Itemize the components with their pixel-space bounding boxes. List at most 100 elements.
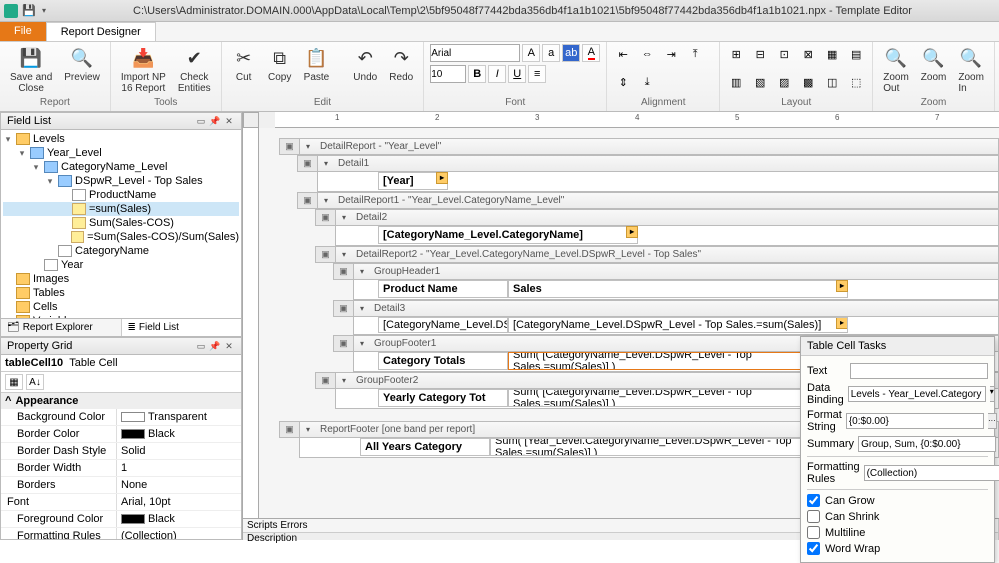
gf1-col1-cell[interactable]: Category Totals	[378, 352, 508, 370]
band-handle[interactable]: ▣	[279, 138, 299, 155]
chevron-down-icon[interactable]: ▾	[342, 213, 352, 222]
smart-tag-icon[interactable]: ▸	[626, 226, 638, 238]
tree-node-prod[interactable]: ProductName	[89, 189, 156, 201]
band-detail3[interactable]: ▾Detail3	[353, 300, 999, 317]
tab-report-designer[interactable]: Report Designer	[46, 22, 156, 41]
popup-summary-input[interactable]	[858, 436, 996, 452]
multiline-checkbox[interactable]	[807, 526, 820, 539]
qat-save-icon[interactable]: 💾	[22, 4, 36, 18]
layout-btn-7[interactable]: ▥	[726, 72, 746, 92]
band-handle[interactable]: ▣	[297, 155, 317, 172]
import-np16-button[interactable]: 📥Import NP 16 Report	[117, 44, 170, 96]
band-handle[interactable]: ▣	[315, 372, 335, 389]
property-grid[interactable]: ^Appearance Background ColorTransparent …	[1, 393, 241, 539]
chevron-down-icon[interactable]: ▾	[360, 304, 370, 313]
popup-rules-input[interactable]	[864, 465, 999, 481]
prop-value-frules[interactable]: (Collection)	[117, 528, 241, 539]
prop-categorize-button[interactable]: ▦	[5, 374, 23, 390]
zoom-button[interactable]: 🔍Zoom	[917, 44, 951, 85]
smart-tag-icon[interactable]: ▸	[436, 172, 448, 184]
align-left-button[interactable]: ⇤	[613, 44, 633, 64]
cangrow-checkbox[interactable]	[807, 494, 820, 507]
detail3-content[interactable]: [CategoryName_Level.DS [CategoryName_Lev…	[353, 317, 999, 335]
zoom-out-button[interactable]: 🔍Zoom Out	[879, 44, 913, 96]
tree-node-cells[interactable]: Cells	[33, 301, 57, 313]
smart-tag-icon[interactable]: ▸	[836, 317, 848, 329]
popup-text-input[interactable]	[850, 363, 988, 379]
categoryname-cell[interactable]: [CategoryName_Level.CategoryName]▸	[378, 226, 638, 244]
tree-expand-icon[interactable]: ▾	[3, 134, 13, 145]
bold-button[interactable]: B	[468, 65, 486, 83]
font-name-select[interactable]	[430, 44, 520, 62]
panel-window-icon[interactable]: ▭	[195, 340, 207, 352]
prop-value-bgcolor[interactable]: Transparent	[117, 409, 241, 425]
redo-button[interactable]: ↷Redo	[385, 44, 417, 85]
align-top-button[interactable]: ⤒	[685, 44, 705, 64]
property-object-selector[interactable]: tableCell10 Table Cell	[1, 355, 241, 372]
qat-dropdown-icon[interactable]: ▾	[42, 6, 50, 15]
rf-col1-cell[interactable]: All Years Category	[360, 438, 490, 456]
paste-button[interactable]: 📋Paste	[300, 44, 334, 85]
wordwrap-checkbox[interactable]	[807, 542, 820, 555]
detail3-col2-cell[interactable]: [CategoryName_Level.DSpwR_Level - Top Sa…	[508, 317, 848, 333]
tree-node-yearf[interactable]: Year	[61, 259, 83, 271]
font-grow-button[interactable]: A	[522, 44, 540, 62]
band-detailreport2[interactable]: ▾DetailReport1 - "Year_Level.CategoryNam…	[317, 192, 999, 209]
tree-node-sumsales[interactable]: =sum(Sales)	[89, 203, 151, 215]
tree-node-sumcos[interactable]: Sum(Sales-COS)	[89, 217, 174, 229]
band-detailreport3[interactable]: ▾DetailReport2 - "Year_Level.CategoryNam…	[335, 246, 999, 263]
tree-node-cat[interactable]: CategoryName_Level	[61, 161, 167, 173]
prop-value-bwidth[interactable]: 1	[117, 460, 241, 476]
band-handle[interactable]: ▣	[333, 300, 353, 317]
gf2-col2-cell[interactable]: Sum( [CategoryName_Level.DSpwR_Level - T…	[508, 389, 848, 407]
chevron-down-icon[interactable]: ▾	[342, 250, 352, 259]
tree-expand-icon[interactable]: ▾	[45, 176, 55, 187]
band-groupheader1[interactable]: ▾GroupHeader1	[353, 263, 999, 280]
layout-btn-5[interactable]: ▦	[822, 44, 842, 64]
tree-expand-icon[interactable]: ▾	[31, 162, 41, 173]
prop-value-fgcolor[interactable]: Black	[117, 511, 241, 527]
band-handle[interactable]: ▣	[333, 263, 353, 280]
chevron-down-icon[interactable]: ▾	[360, 339, 370, 348]
band-handle[interactable]: ▣	[297, 192, 317, 209]
tab-report-explorer[interactable]: 🗂Report Explorer	[1, 319, 122, 336]
band-handle[interactable]: ▣	[279, 421, 299, 438]
groupheader1-content[interactable]: Product Name Sales▸	[353, 280, 999, 300]
align-right-button[interactable]: ⇥	[661, 44, 681, 64]
dropdown-icon[interactable]: ▾	[990, 386, 995, 402]
gf1-col2-cell[interactable]: Sum( [CategoryName_Level.DSpwR_Level - T…	[508, 352, 848, 370]
align-center-h-button[interactable]: ⇔	[637, 44, 657, 64]
tree-node-levels[interactable]: Levels	[33, 133, 65, 145]
chevron-down-icon[interactable]: ▾	[306, 425, 316, 434]
prop-value-bdash[interactable]: Solid	[117, 443, 241, 459]
align-bottom-button[interactable]: ⤓	[637, 72, 657, 92]
tab-file[interactable]: File	[0, 22, 46, 41]
popup-format-input[interactable]	[846, 413, 984, 429]
layout-btn-8[interactable]: ▧	[750, 72, 770, 92]
detail2-content[interactable]: [CategoryName_Level.CategoryName]▸	[335, 226, 999, 246]
check-entities-button[interactable]: ✔Check Entities	[174, 44, 215, 96]
italic-button[interactable]: I	[488, 65, 506, 83]
band-handle[interactable]: ▣	[315, 209, 335, 226]
panel-close-icon[interactable]: ✕	[223, 115, 235, 127]
band-detail1[interactable]: ▾Detail1	[317, 155, 999, 172]
popup-binding-input[interactable]	[848, 386, 986, 402]
copy-button[interactable]: ⧉Copy	[264, 44, 296, 85]
justify-button[interactable]: ≡	[528, 65, 546, 83]
chevron-down-icon[interactable]: ▾	[324, 196, 334, 205]
chevron-down-icon[interactable]: ▾	[306, 142, 316, 151]
chevron-down-icon[interactable]: ▾	[324, 159, 334, 168]
smart-tag-icon[interactable]: ▸	[836, 280, 848, 292]
chevron-down-icon[interactable]: ▾	[360, 267, 370, 276]
detail3-col1-cell[interactable]: [CategoryName_Level.DS	[378, 317, 508, 333]
tree-expand-icon[interactable]: ▾	[17, 148, 27, 159]
gf2-col1-cell[interactable]: Yearly Category Tot	[378, 389, 508, 407]
tree-node-images[interactable]: Images	[33, 273, 69, 285]
underline-button[interactable]: U	[508, 65, 526, 83]
undo-button[interactable]: ↶Undo	[349, 44, 381, 85]
layout-btn-12[interactable]: ⬚	[846, 72, 866, 92]
tree-node-catname[interactable]: CategoryName	[75, 245, 149, 257]
tree-node-tables[interactable]: Tables	[33, 287, 65, 299]
panel-pin-icon[interactable]: 📌	[209, 340, 221, 352]
band-detail2[interactable]: ▾Detail2	[335, 209, 999, 226]
